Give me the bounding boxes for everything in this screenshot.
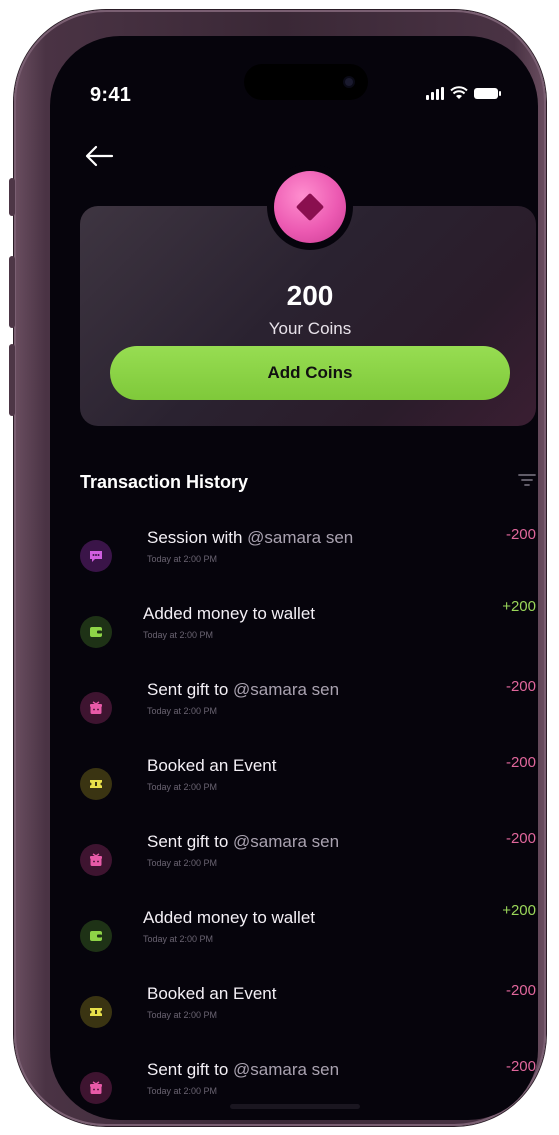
transaction-title: Added money to wallet — [143, 908, 315, 927]
ticket-icon — [80, 768, 112, 800]
transaction-row[interactable]: Booked an Event Today at 2:00 PM -200 — [50, 978, 538, 1048]
front-camera — [345, 78, 353, 86]
transaction-handle: @samara sen — [233, 680, 340, 699]
transaction-row[interactable]: Sent gift to @samara sen Today at 2:00 PM… — [50, 826, 538, 896]
home-indicator — [230, 1104, 360, 1109]
transaction-amount: -200 — [505, 982, 536, 999]
transaction-description: Session with @samara sen — [147, 528, 353, 548]
transaction-title: Session with — [147, 528, 248, 547]
transaction-time: Today at 2:00 PM — [147, 1010, 218, 1020]
transaction-title: Booked an Event — [147, 756, 277, 775]
transaction-description: Sent gift to @samara sen — [147, 1060, 339, 1080]
status-time: 9:41 — [90, 84, 132, 106]
transaction-description: Sent gift to @samara sen — [147, 680, 339, 700]
transaction-description: Added money to wallet — [143, 908, 315, 928]
transaction-time: Today at 2:00 PM — [147, 554, 218, 564]
transaction-amount: -200 — [505, 1058, 536, 1075]
chat-icon — [80, 540, 112, 572]
transaction-row[interactable]: Booked an Event Today at 2:00 PM -200 — [50, 750, 538, 820]
volume-down-button — [9, 344, 15, 416]
transaction-row[interactable]: Sent gift to @samara sen Today at 2:00 PM… — [50, 1054, 538, 1120]
transaction-amount: -200 — [505, 526, 536, 543]
phone-frame: 9:41 200 Your Coins Add Coins Transactio… — [9, 10, 546, 1126]
transaction-row[interactable]: Session with @samara sen Today at 2:00 PM… — [50, 522, 538, 592]
wallet-icon — [80, 616, 112, 648]
app-screen: 9:41 200 Your Coins Add Coins Transactio… — [50, 36, 538, 1120]
diamond-icon — [295, 192, 325, 222]
add-coins-button[interactable]: Add Coins — [110, 346, 510, 400]
transaction-handle: @samara sen — [247, 528, 354, 547]
wifi-icon — [450, 86, 468, 99]
ticket-icon — [80, 996, 112, 1028]
transaction-handle: @samara sen — [233, 1060, 340, 1079]
transaction-handle: @samara sen — [233, 832, 340, 851]
transaction-title: Sent gift to — [147, 832, 233, 851]
transaction-amount: -200 — [505, 754, 536, 771]
gift-icon — [80, 692, 112, 724]
transaction-title: Sent gift to — [147, 680, 233, 699]
transaction-time: Today at 2:00 PM — [147, 706, 218, 716]
transaction-description: Added money to wallet — [143, 604, 315, 624]
battery-icon — [474, 88, 501, 99]
transaction-time: Today at 2:00 PM — [147, 1086, 218, 1096]
action-button — [9, 178, 15, 216]
coin-balance-amount: 200 — [286, 280, 334, 311]
coin-icon — [274, 171, 346, 243]
transaction-time: Today at 2:00 PM — [143, 934, 214, 944]
transaction-row[interactable]: Added money to wallet Today at 2:00 PM +20… — [50, 598, 538, 668]
transaction-amount: -200 — [505, 830, 536, 847]
transaction-row[interactable]: Sent gift to @samara sen Today at 2:00 PM… — [50, 674, 538, 744]
status-icons — [426, 86, 501, 100]
transaction-title: Booked an Event — [147, 984, 277, 1003]
transaction-title: Sent gift to — [147, 1060, 233, 1079]
transaction-time: Today at 2:00 PM — [143, 630, 214, 640]
gift-icon — [80, 844, 112, 876]
transaction-row[interactable]: Added money to wallet Today at 2:00 PM +20… — [50, 902, 538, 972]
gift-icon — [80, 1072, 112, 1104]
transaction-history-title: Transaction History — [80, 472, 249, 492]
transaction-amount: +200 — [502, 902, 536, 919]
signal-icon — [426, 87, 444, 100]
transaction-amount: +200 — [502, 598, 536, 615]
volume-up-button — [9, 256, 15, 328]
wallet-icon — [80, 920, 112, 952]
transaction-description: Booked an Event — [147, 984, 276, 1004]
transaction-description: Booked an Event — [147, 756, 276, 776]
transaction-time: Today at 2:00 PM — [147, 782, 218, 792]
transaction-amount: -200 — [505, 678, 536, 695]
coin-balance-label: Your Coins — [268, 319, 352, 338]
back-arrow-icon[interactable] — [84, 144, 114, 168]
filter-icon[interactable] — [518, 473, 536, 487]
transaction-title: Added money to wallet — [143, 604, 315, 623]
transaction-description: Sent gift to @samara sen — [147, 832, 339, 852]
transaction-time: Today at 2:00 PM — [147, 858, 218, 868]
